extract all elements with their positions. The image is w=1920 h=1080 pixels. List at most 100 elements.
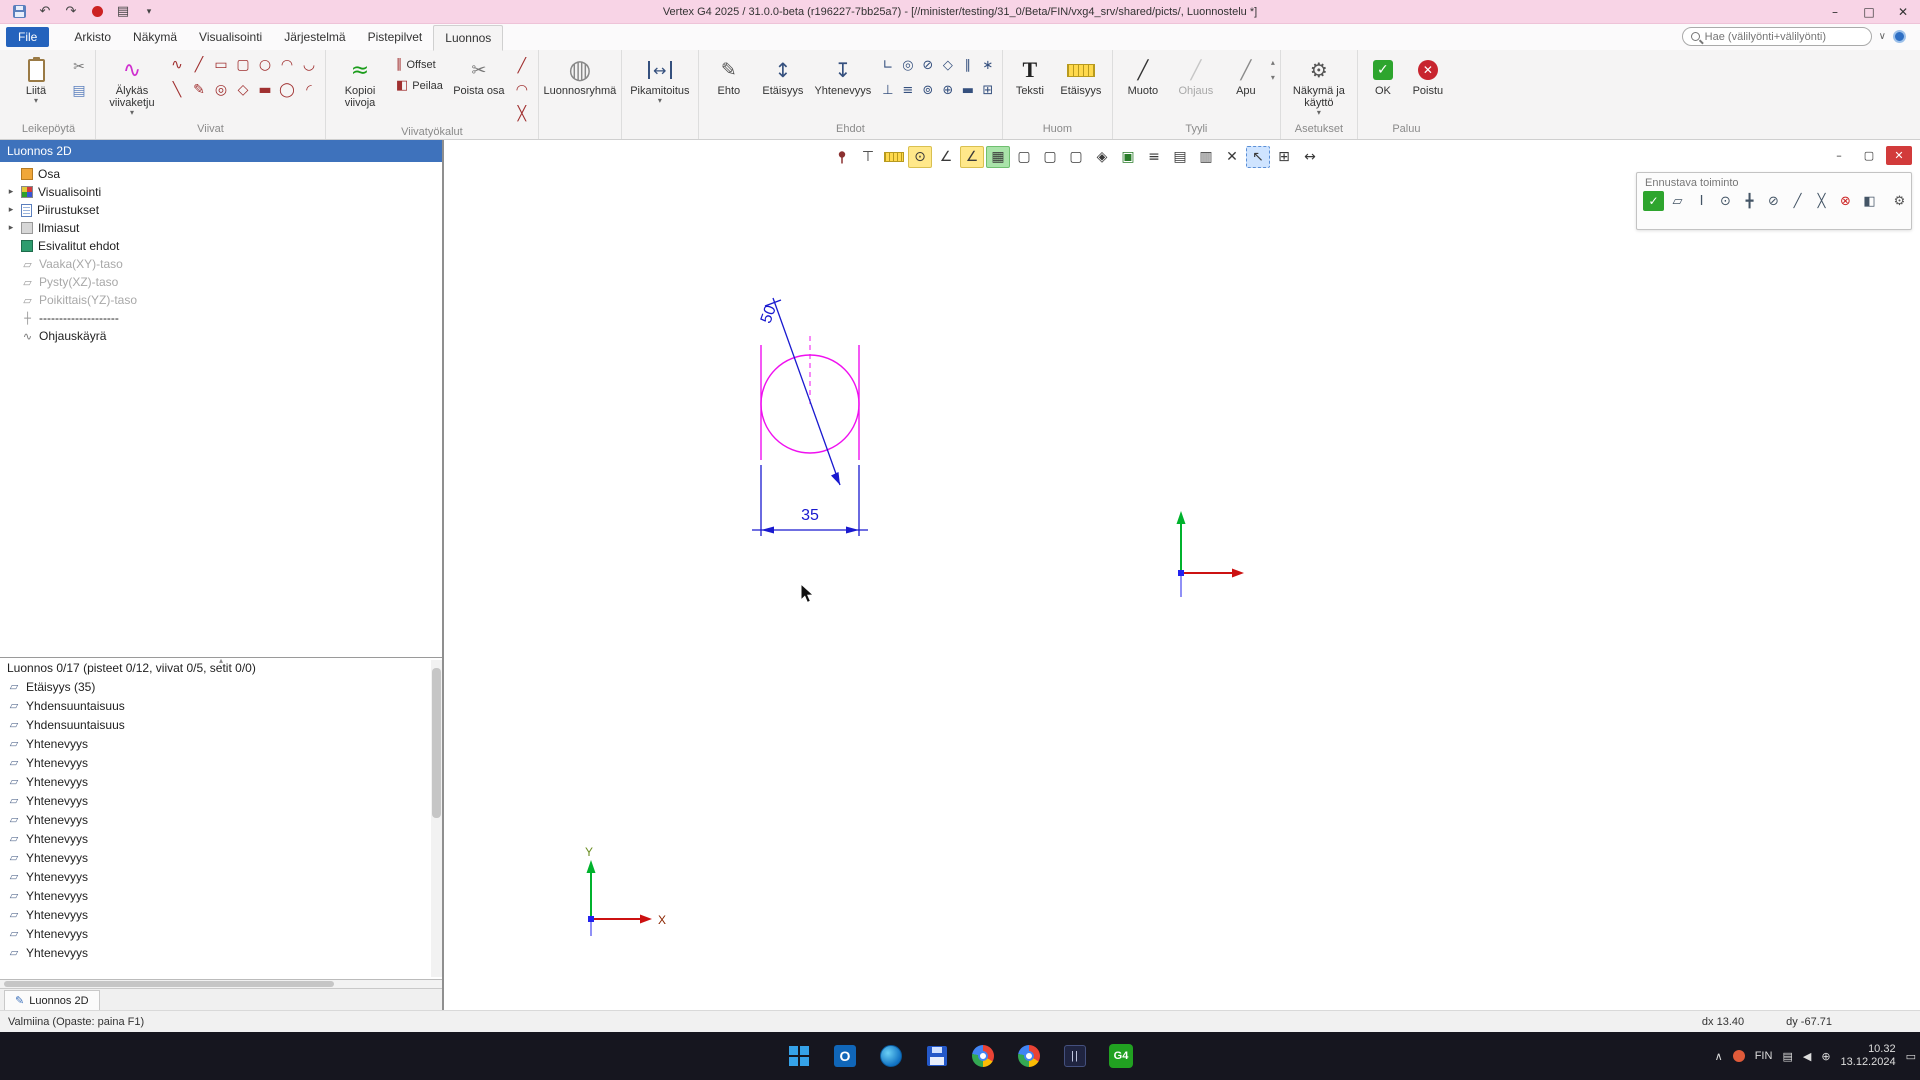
rect-rounded-icon[interactable]: ▢ bbox=[232, 54, 254, 76]
expander-icon[interactable]: ▸ bbox=[6, 187, 16, 197]
notification-icon[interactable]: ▭ bbox=[1906, 1050, 1916, 1063]
tree-item-xy-plane[interactable]: ▱ Vaaka(XY)-taso bbox=[0, 255, 442, 273]
doc-minimize-button[interactable]: – bbox=[1826, 146, 1852, 165]
taskbar-outlook[interactable]: O bbox=[824, 1035, 866, 1077]
tray-chevron-icon[interactable]: ∧ bbox=[1715, 1050, 1723, 1063]
print-icon[interactable]: ▥ bbox=[1194, 146, 1218, 168]
equal-icon[interactable]: ≡ bbox=[897, 79, 919, 101]
predict-line-icon[interactable]: ╱ bbox=[1787, 191, 1808, 211]
view-previous-icon[interactable]: ▢ bbox=[1038, 146, 1062, 168]
view-list-icon[interactable]: ≡ bbox=[1142, 146, 1166, 168]
ellipse-icon[interactable]: ◯ bbox=[276, 79, 298, 101]
predict-trace-icon[interactable]: ▱ bbox=[1667, 191, 1688, 211]
expander-icon[interactable]: ▸ bbox=[6, 205, 16, 215]
scrollbar-thumb[interactable] bbox=[432, 668, 441, 818]
search-input[interactable] bbox=[1705, 31, 1863, 43]
doc-restore-button[interactable]: ▢ bbox=[1856, 146, 1882, 165]
erase-icon[interactable]: ✕ bbox=[1220, 146, 1244, 168]
predict-circle-icon[interactable]: ⊙ bbox=[1715, 191, 1736, 211]
list-item[interactable]: ▱Yhtenevyys bbox=[0, 810, 442, 829]
menu-jarjestelma[interactable]: Järjestelmä bbox=[273, 25, 356, 49]
list-item[interactable]: ▱Yhtenevyys bbox=[0, 734, 442, 753]
tree-item-visualisointi[interactable]: ▸ Visualisointi bbox=[0, 183, 442, 201]
predict-cross-icon[interactable]: ╋ bbox=[1739, 191, 1760, 211]
chevron-down-icon[interactable]: ∨ bbox=[1879, 31, 1886, 42]
tree-item-osa[interactable]: Osa bbox=[0, 165, 442, 183]
slot-icon[interactable]: ▬ bbox=[254, 79, 276, 101]
file-menu-button[interactable]: File bbox=[6, 27, 49, 47]
speaker-icon[interactable]: ◀ bbox=[1803, 1050, 1811, 1063]
exit-button[interactable]: ✕ Poistu bbox=[1406, 52, 1450, 100]
vertical-icon[interactable]: ⊥ bbox=[877, 79, 899, 101]
grid-toggle-icon[interactable]: ▦ bbox=[986, 146, 1010, 168]
tree-item-ilmiasut[interactable]: ▸ Ilmiasut bbox=[0, 219, 442, 237]
distance-constraint-button[interactable]: ↕ Etäisyys bbox=[757, 52, 809, 100]
snap-ortho-icon[interactable]: ∠ bbox=[960, 146, 984, 168]
circle-icon[interactable]: ○ bbox=[254, 54, 276, 76]
cut-button[interactable]: ✂ bbox=[68, 56, 90, 78]
copy-lines-button[interactable]: ≈ Kopioi viivoja bbox=[331, 52, 389, 112]
perpendicular-icon[interactable]: ∟ bbox=[877, 54, 899, 76]
fence-select-icon[interactable]: ⊤ bbox=[856, 146, 880, 168]
pick-mode-icon[interactable]: ↖ bbox=[1246, 146, 1270, 168]
tree-item-ohjauskayra[interactable]: ∿ Ohjauskäyrä bbox=[0, 327, 442, 345]
quick-dimension-button[interactable]: ↔ Pikamitoitus ▾ bbox=[627, 52, 693, 108]
concentric-icon[interactable]: ◎ bbox=[897, 54, 919, 76]
list-item[interactable]: ▱Yhtenevyys bbox=[0, 753, 442, 772]
keyboard-icon[interactable]: ▤ bbox=[1782, 1050, 1792, 1063]
list-item[interactable]: ▱Yhdensuuntaisuus bbox=[0, 696, 442, 715]
predict-mirror-icon[interactable]: ◧ bbox=[1859, 191, 1880, 211]
snap-angle-icon[interactable]: ∠ bbox=[934, 146, 958, 168]
style-shape-button[interactable]: ╱ Muoto bbox=[1118, 52, 1168, 100]
taskbar-chrome-2[interactable] bbox=[1008, 1035, 1050, 1077]
tray-app-icon[interactable] bbox=[1733, 1050, 1745, 1062]
network-icon[interactable]: ⊕ bbox=[1821, 1050, 1830, 1063]
paste-button[interactable]: Liitä ▾ bbox=[7, 52, 65, 108]
tab-luonnos-2d[interactable]: ✎ Luonnos 2D bbox=[4, 990, 100, 1010]
freehand-icon[interactable]: ✎ bbox=[188, 79, 210, 101]
maximize-button[interactable]: □ bbox=[1852, 0, 1886, 23]
view-settings-button[interactable]: ⚙ Näkymä ja käyttö ▾ bbox=[1286, 52, 1352, 120]
list-item[interactable]: ▱Yhtenevyys bbox=[0, 829, 442, 848]
arc-icon[interactable]: ◠ bbox=[276, 54, 298, 76]
help-target-icon[interactable] bbox=[1893, 30, 1906, 43]
pattern-icon[interactable]: ∗ bbox=[977, 54, 999, 76]
doc-close-button[interactable]: ✕ bbox=[1886, 146, 1912, 165]
redo-icon[interactable]: ↷ bbox=[62, 3, 80, 21]
menu-pistepilvet[interactable]: Pistepilvet bbox=[357, 25, 434, 49]
tree-item-esivalitut[interactable]: Esivalitut ehdot bbox=[0, 237, 442, 255]
list-item[interactable]: ▱Yhtenevyys bbox=[0, 943, 442, 962]
view-iso-icon[interactable]: ◈ bbox=[1090, 146, 1114, 168]
view-window-icon[interactable]: ▢ bbox=[1012, 146, 1036, 168]
menu-visualisointi[interactable]: Visualisointi bbox=[188, 25, 273, 49]
predict-text-icon[interactable]: I bbox=[1691, 191, 1712, 211]
expander-icon[interactable]: ▸ bbox=[6, 223, 16, 233]
line-angle-icon[interactable]: ╱ bbox=[188, 54, 210, 76]
note-distance-button[interactable]: Etäisyys bbox=[1055, 52, 1107, 100]
taskbar-chrome[interactable] bbox=[962, 1035, 1004, 1077]
scrollbar-thumb[interactable] bbox=[4, 981, 334, 987]
start-button[interactable] bbox=[778, 1035, 820, 1077]
list-item[interactable]: ▱Etäisyys (35) bbox=[0, 677, 442, 696]
list-item[interactable]: ▱Yhtenevyys bbox=[0, 905, 442, 924]
line-icon[interactable]: ╲ bbox=[166, 79, 188, 101]
predict-delete-icon[interactable]: ╳ bbox=[1811, 191, 1832, 211]
coincidence-button[interactable]: ↧ Yhtenevyys bbox=[812, 52, 874, 100]
save-icon[interactable] bbox=[10, 3, 28, 21]
menu-nakyma[interactable]: Näkymä bbox=[122, 25, 188, 49]
style-control-button[interactable]: ╱ Ohjaus bbox=[1171, 52, 1221, 100]
horizontal-icon[interactable]: ▬ bbox=[957, 79, 979, 101]
arc-tangent-icon[interactable]: ◜ bbox=[298, 79, 320, 101]
predict-accept-icon[interactable]: ✓ bbox=[1643, 191, 1664, 211]
extend-icon[interactable]: ◠ bbox=[511, 79, 533, 101]
polygon-icon[interactable]: ◇ bbox=[232, 79, 254, 101]
splitter-grip-icon[interactable]: ▴ bbox=[219, 658, 223, 664]
arc-3pt-icon[interactable]: ◡ bbox=[298, 54, 320, 76]
list-item[interactable]: ▱Yhdensuuntaisuus bbox=[0, 715, 442, 734]
ok-button[interactable]: ✓ OK bbox=[1363, 52, 1403, 100]
text-button[interactable]: T Teksti bbox=[1008, 52, 1052, 100]
symmetry-icon[interactable]: ◇ bbox=[937, 54, 959, 76]
predict-nosnap-icon[interactable]: ⊘ bbox=[1763, 191, 1784, 211]
sketch-group-button[interactable]: ◍ Luonnosryhmä bbox=[544, 52, 616, 100]
radius-icon[interactable]: ⊕ bbox=[937, 79, 959, 101]
